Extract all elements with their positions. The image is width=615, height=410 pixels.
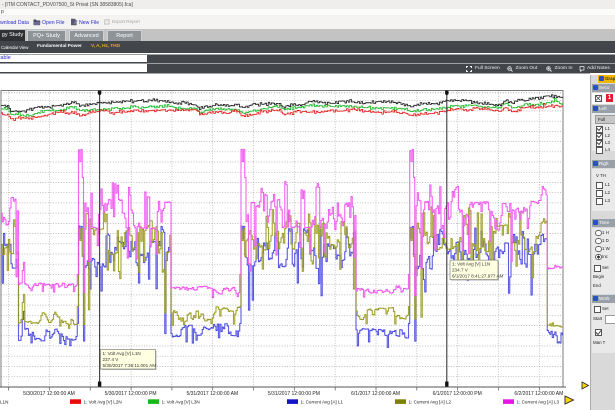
svg-text:5/30/2017 12:00:00 AM: 5/30/2017 12:00:00 AM	[23, 391, 75, 397]
svg-text:1: Volt Avg [V] L2N: 1: Volt Avg [V] L2N	[84, 399, 122, 404]
svg-text:6/1/2017 8:41:27.977 AM: 6/1/2017 8:41:27.977 AM	[452, 273, 504, 278]
svg-text:234.7 V: 234.7 V	[452, 267, 469, 272]
svg-text:6/1/2017 12:00:00 AM: 6/1/2017 12:00:00 AM	[351, 391, 400, 397]
svg-text:5/31/2017 12:00:00 AM: 5/31/2017 12:00:00 AM	[186, 391, 238, 397]
svg-text:1: Volt Avg [V] L1N: 1: Volt Avg [V] L1N	[452, 261, 490, 266]
svg-text:5/30/2017 7:36:11.001 AM: 5/30/2017 7:36:11.001 AM	[103, 363, 157, 368]
svg-text:6/2/2017 12:00:00 AM: 6/2/2017 12:00:00 AM	[514, 391, 563, 397]
svg-text:1: Current Avg [A] L1: 1: Current Avg [A] L1	[301, 399, 344, 404]
svg-text:237.4 V: 237.4 V	[103, 357, 120, 362]
svg-text:1: Current Avg [A] L2: 1: Current Avg [A] L2	[409, 399, 452, 404]
svg-text:1: Volt Avg [V] L3N: 1: Volt Avg [V] L3N	[162, 399, 200, 404]
svg-text:5/31/2017 12:00:00 PM: 5/31/2017 12:00:00 PM	[268, 391, 320, 397]
svg-text:L1N: L1N	[0, 399, 8, 404]
svg-text:5/30/2017 12:00:00 PM: 5/30/2017 12:00:00 PM	[105, 391, 157, 397]
svg-text:1: Volt Avg [V] L1N: 1: Volt Avg [V] L1N	[103, 351, 141, 356]
svg-text:6/1/2017 12:00:00 PM: 6/1/2017 12:00:00 PM	[433, 391, 482, 397]
svg-text:1: Current Avg [A] L3: 1: Current Avg [A] L3	[517, 399, 560, 404]
